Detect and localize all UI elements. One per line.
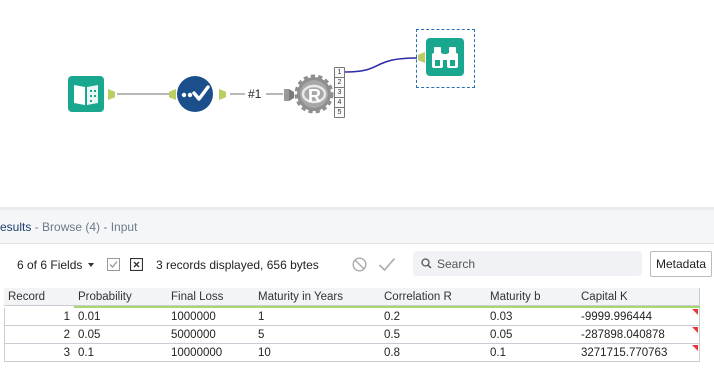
select-check-icon <box>177 76 213 112</box>
select-tool[interactable] <box>176 75 214 113</box>
search-icon <box>421 258 432 269</box>
table-cell[interactable]: 0.05 <box>74 326 168 344</box>
check-square-icon[interactable] <box>107 258 120 276</box>
table-cell[interactable]: 3271715.770763 <box>577 344 700 362</box>
table-cell[interactable]: 10000000 <box>167 344 255 362</box>
apply-check-icon[interactable] <box>378 257 396 277</box>
column-header-correlation-r[interactable]: Correlation R <box>380 288 487 306</box>
table-cell[interactable]: 0.5 <box>380 326 487 344</box>
input-data-tool[interactable] <box>68 76 104 112</box>
r-input-anchor-group[interactable] <box>284 88 294 101</box>
table-cell[interactable]: 0.1 <box>486 344 578 362</box>
metadata-button[interactable]: Metadata <box>650 251 712 277</box>
deselect-square-icon[interactable] <box>129 257 144 276</box>
results-title-prefix: esults <box>0 220 32 234</box>
results-title: esults - Browse (4) - Input <box>0 220 137 234</box>
table-row-record[interactable]: 1 <box>4 308 75 326</box>
column-header-probability[interactable]: Probability <box>74 288 168 306</box>
table-cell[interactable]: 0.01 <box>74 308 168 326</box>
r-letter: R <box>308 86 321 106</box>
results-grid[interactable]: Record Probability Final Loss Maturity i… <box>0 288 714 377</box>
connection-label: #1 <box>248 87 262 101</box>
table-row-record[interactable]: 3 <box>4 344 75 362</box>
fields-dropdown-label[interactable]: 6 of 6 Fields <box>17 258 82 272</box>
r-output-anchor-5[interactable]: 5 <box>334 107 345 118</box>
column-header-maturity-b[interactable]: Maturity b <box>486 288 578 306</box>
binoculars-icon <box>426 38 464 76</box>
table-cell[interactable]: 1000000 <box>167 308 255 326</box>
table-cell[interactable]: -9999.996444 <box>577 308 700 326</box>
table-cell[interactable]: 10 <box>254 344 381 362</box>
search-box[interactable] <box>413 251 642 276</box>
cancel-circle-icon[interactable] <box>352 257 367 277</box>
table-cell[interactable]: 5000000 <box>167 326 255 344</box>
browse-tool[interactable] <box>426 38 464 76</box>
connector-r-to-browse <box>344 57 418 73</box>
table-cell[interactable]: -287898.040878 <box>577 326 700 344</box>
column-header-maturity-in-years[interactable]: Maturity in Years <box>254 288 381 306</box>
results-header: esults - Browse (4) - Input <box>0 210 714 244</box>
fields-dropdown-arrow-icon[interactable] <box>88 263 94 267</box>
r-tool[interactable]: R <box>294 73 334 115</box>
column-header-record[interactable]: Record <box>4 288 75 306</box>
table-cell[interactable]: 5 <box>254 326 381 344</box>
truncation-marker <box>692 327 698 333</box>
workflow-canvas[interactable]: #1 R 1 2 3 4 5 <box>0 0 714 207</box>
column-header-final-loss[interactable]: Final Loss <box>167 288 255 306</box>
connections <box>117 57 418 95</box>
truncation-marker <box>692 345 698 351</box>
r-output-anchors: 1 2 3 4 5 <box>334 67 345 121</box>
records-info: 3 records displayed, 656 bytes <box>156 258 319 272</box>
column-header-capital-k[interactable]: Capital K <box>577 288 700 306</box>
table-cell[interactable]: 0.05 <box>486 326 578 344</box>
table-row-record[interactable]: 2 <box>4 326 75 344</box>
table-cell[interactable]: 0.03 <box>486 308 578 326</box>
table-cell[interactable]: 0.2 <box>380 308 487 326</box>
results-title-suffix: - Browse (4) - Input <box>34 220 138 234</box>
search-input[interactable] <box>437 255 637 272</box>
book-icon <box>68 76 104 112</box>
r-gear-icon: R <box>294 74 334 114</box>
r-input-anchor-icon <box>284 89 294 101</box>
table-cell[interactable]: 1 <box>254 308 381 326</box>
table-cell[interactable]: 0.8 <box>380 344 487 362</box>
truncation-marker <box>692 309 698 315</box>
table-cell[interactable]: 0.1 <box>74 344 168 362</box>
